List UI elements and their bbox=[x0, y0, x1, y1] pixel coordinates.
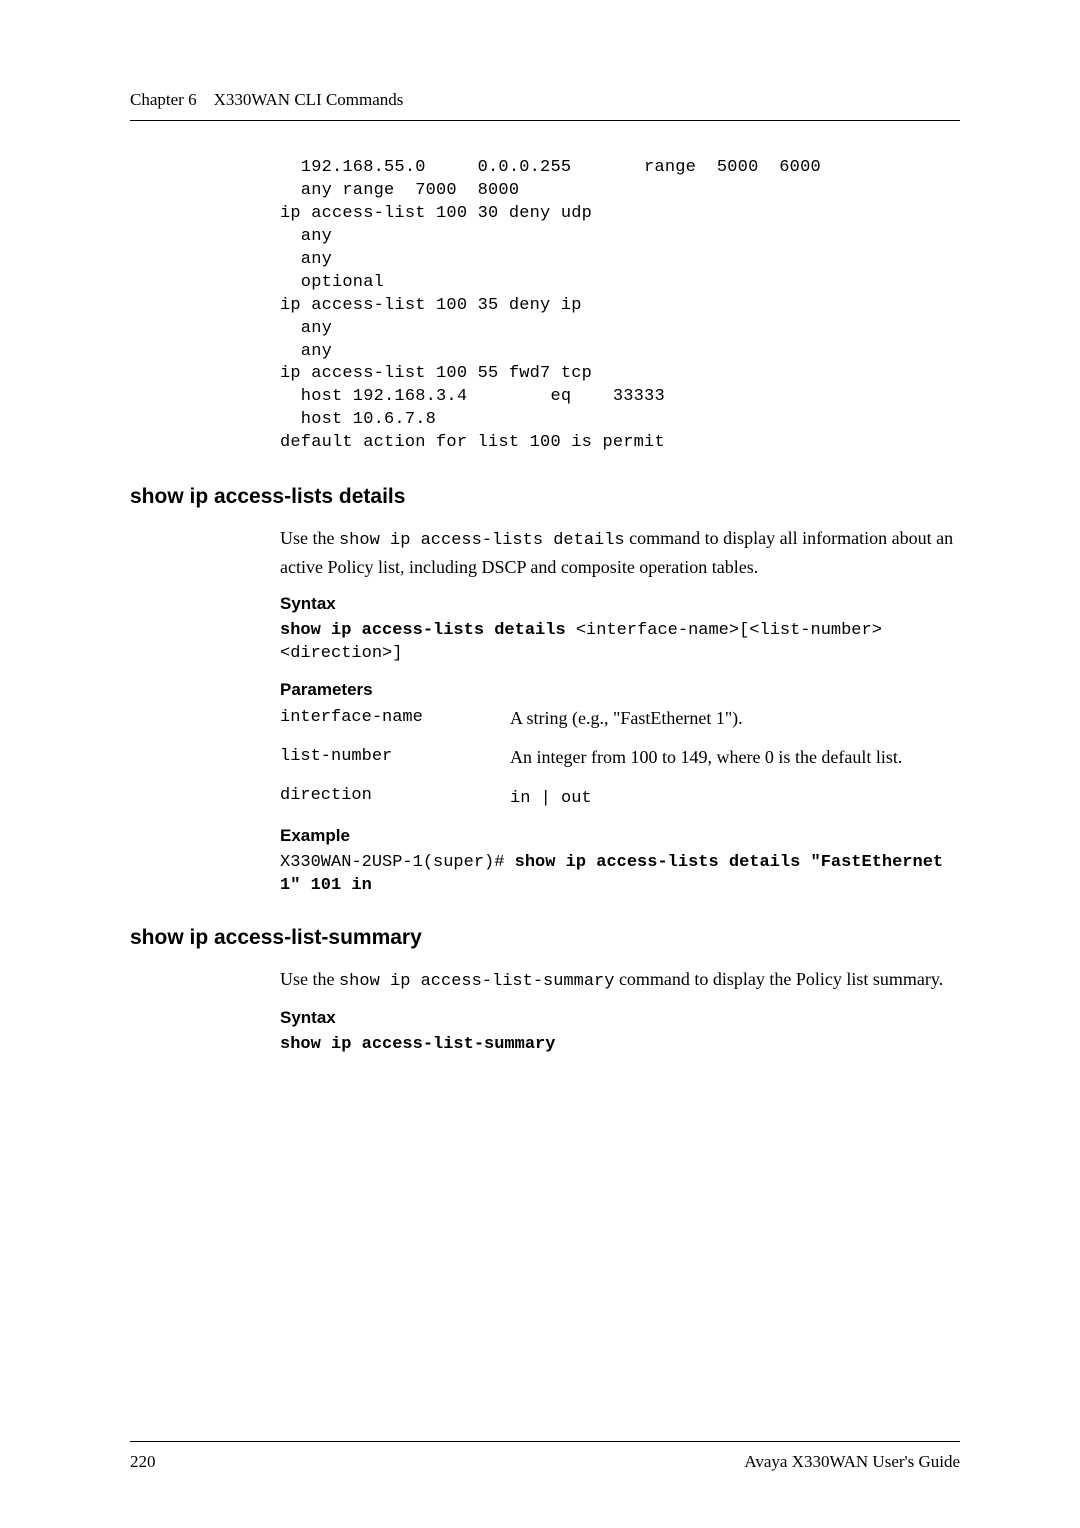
cli-output-block: 192.168.55.0 0.0.0.255 range 5000 6000 a… bbox=[280, 157, 960, 455]
example-heading: Example bbox=[280, 826, 960, 846]
section-heading-summary: show ip access-list-summary bbox=[130, 926, 960, 950]
page-footer: 220 Avaya X330WAN User's Guide bbox=[130, 1441, 960, 1472]
param-row: direction in | out bbox=[280, 786, 960, 808]
section2-intro: Use the show ip access-list-summary comm… bbox=[280, 966, 960, 995]
syntax-heading: Syntax bbox=[280, 594, 960, 614]
param-value: An integer from 100 to 149, where 0 is t… bbox=[510, 747, 960, 768]
syntax-command: show ip access-list-summary bbox=[280, 1035, 555, 1054]
section1-intro: Use the show ip access-lists details com… bbox=[280, 525, 960, 580]
guide-name: Avaya X330WAN User's Guide bbox=[744, 1452, 960, 1472]
param-key: direction bbox=[280, 786, 510, 808]
page-header: Chapter 6 X330WAN CLI Commands bbox=[130, 90, 960, 110]
param-key: list-number bbox=[280, 747, 510, 768]
inline-command: show ip access-list-summary bbox=[339, 972, 614, 991]
syntax-line: show ip access-list-summary bbox=[280, 1034, 960, 1057]
syntax-heading: Syntax bbox=[280, 1008, 960, 1028]
syntax-command: show ip access-lists details bbox=[280, 621, 566, 640]
footer-rule bbox=[130, 1441, 960, 1442]
inline-command: show ip access-lists details bbox=[339, 531, 625, 550]
param-value: A string (e.g., "FastEthernet 1"). bbox=[510, 708, 960, 729]
param-row: interface-name A string (e.g., "FastEthe… bbox=[280, 708, 960, 729]
page-number: 220 bbox=[130, 1452, 156, 1472]
syntax-line: show ip access-lists details <interface-… bbox=[280, 620, 960, 666]
param-row: list-number An integer from 100 to 149, … bbox=[280, 747, 960, 768]
param-value: in | out bbox=[510, 786, 960, 808]
header-title: X330WAN CLI Commands bbox=[214, 90, 404, 109]
parameters-table: interface-name A string (e.g., "FastEthe… bbox=[280, 708, 960, 808]
header-rule bbox=[130, 120, 960, 121]
example-code: X330WAN-2USP-1(super)# show ip access-li… bbox=[280, 852, 960, 898]
param-key: interface-name bbox=[280, 708, 510, 729]
section-heading-details: show ip access-lists details bbox=[130, 485, 960, 509]
chapter-label: Chapter 6 bbox=[130, 90, 197, 109]
parameters-heading: Parameters bbox=[280, 680, 960, 700]
